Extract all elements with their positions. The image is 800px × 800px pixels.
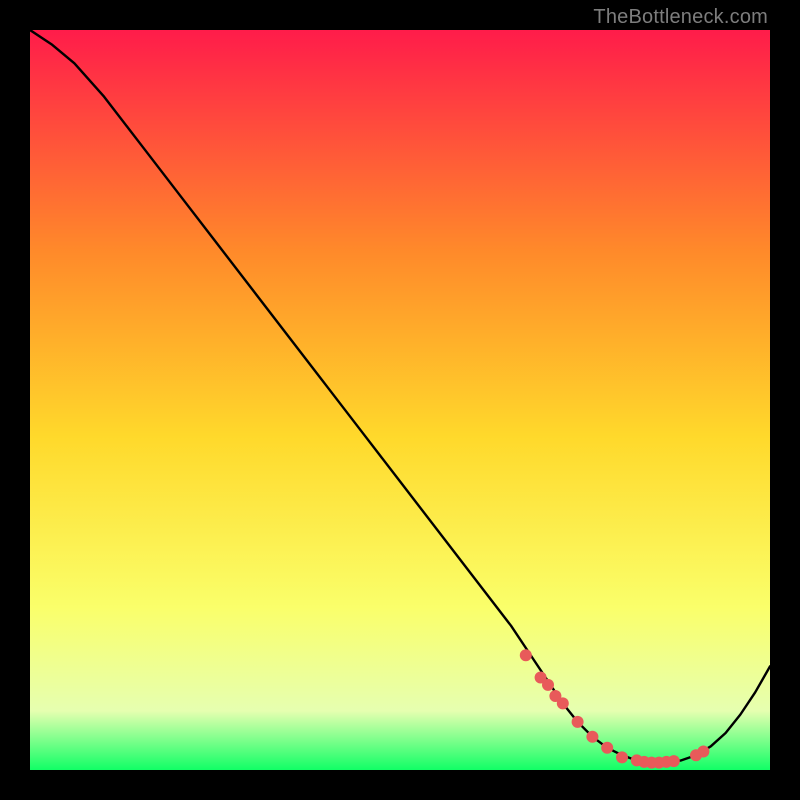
data-point [601, 742, 613, 754]
gradient-background [30, 30, 770, 770]
data-point [697, 746, 709, 758]
data-point [542, 679, 554, 691]
data-point [520, 649, 532, 661]
data-point [557, 697, 569, 709]
data-point [616, 751, 628, 763]
watermark-label: TheBottleneck.com [593, 6, 768, 29]
data-point [668, 755, 680, 767]
plot-svg [30, 30, 770, 770]
data-point [586, 731, 598, 743]
data-point [572, 716, 584, 728]
chart-canvas: TheBottleneck.com [0, 0, 800, 800]
plot-area [30, 30, 770, 770]
